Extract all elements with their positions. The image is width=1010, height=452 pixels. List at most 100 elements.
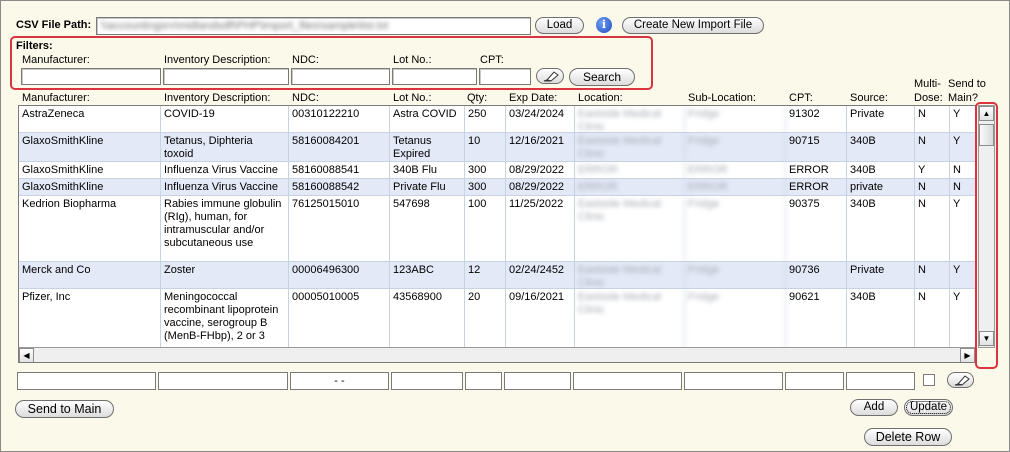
create-new-import-file-button[interactable]: Create New Import File bbox=[622, 17, 764, 34]
cell-manufacturer: AstraZeneca bbox=[19, 106, 161, 132]
info-icon[interactable]: i bbox=[596, 17, 612, 33]
csv-file-path-label: CSV File Path: bbox=[16, 19, 92, 31]
delete-row-button[interactable]: Delete Row bbox=[864, 428, 952, 446]
cell-description: Influenza Virus Vaccine bbox=[161, 162, 289, 178]
cell-location: Eastside Medical Clinic bbox=[575, 133, 685, 161]
cell-sublocation: Fridge bbox=[685, 106, 786, 132]
edit-exp-input[interactable] bbox=[504, 372, 571, 390]
filter-manufacturer-input[interactable] bbox=[21, 68, 161, 85]
edit-manufacturer-input[interactable] bbox=[17, 372, 156, 390]
edit-lot-input[interactable] bbox=[391, 372, 463, 390]
col-ndc-header: NDC: bbox=[292, 92, 319, 104]
table-row[interactable]: Merck and Co Zoster 00006496300 123ABC 1… bbox=[19, 262, 975, 289]
table-row[interactable]: GlaxoSmithKline Influenza Virus Vaccine … bbox=[19, 179, 975, 196]
cell-source: 340B bbox=[847, 196, 915, 261]
cell-exp: 02/24/2452 bbox=[506, 262, 575, 288]
cell-manufacturer: GlaxoSmithKline bbox=[19, 179, 161, 195]
cell-sendmain: Y bbox=[953, 291, 961, 303]
update-button[interactable]: Update bbox=[904, 399, 953, 416]
cell-description: Rabies immune globulin (RIg), human, for… bbox=[161, 196, 289, 261]
cell-cpt: 90715 bbox=[786, 133, 847, 161]
cell-sublocation: ERROR bbox=[685, 179, 786, 195]
edit-source-input[interactable] bbox=[846, 372, 915, 390]
filter-description-label: Inventory Description: bbox=[164, 54, 271, 66]
col-exp-header: Exp Date: bbox=[509, 92, 558, 104]
col-multidose-header-line2: Dose: bbox=[914, 92, 943, 104]
filter-lot-input[interactable] bbox=[392, 68, 477, 85]
edit-clear-eraser-button[interactable] bbox=[947, 372, 974, 388]
cell-cpt: 90621 bbox=[786, 289, 847, 348]
add-button[interactable]: Add bbox=[850, 399, 898, 416]
cell-description: Tetanus, Diphteria toxoid bbox=[161, 133, 289, 161]
col-location-header: Location: bbox=[578, 92, 623, 104]
cell-sublocation: Fridge bbox=[685, 289, 786, 348]
eraser-icon bbox=[543, 71, 559, 82]
cell-cpt: ERROR bbox=[786, 179, 847, 195]
search-button[interactable]: Search bbox=[569, 68, 635, 86]
edit-qty-input[interactable] bbox=[465, 372, 502, 390]
scrollbar-highlight-box bbox=[975, 102, 998, 369]
cell-source: 340B bbox=[847, 162, 915, 178]
col-multidose-header-line1: Multi- bbox=[914, 78, 941, 90]
cell-description: Zoster bbox=[161, 262, 289, 288]
load-button[interactable]: Load bbox=[535, 17, 584, 34]
cell-lot: 123ABC bbox=[390, 262, 465, 288]
cell-manufacturer: Pfizer, Inc bbox=[19, 289, 161, 348]
edit-multidose-checkbox[interactable] bbox=[923, 374, 935, 386]
col-sendmain-header-line1: Send to bbox=[948, 78, 986, 90]
table-row[interactable]: Kedrion Biopharma Rabies immune globulin… bbox=[19, 196, 975, 262]
cell-description: COVID-19 bbox=[161, 106, 289, 132]
cell-cpt: 91302 bbox=[786, 106, 847, 132]
cell-source: Private bbox=[847, 106, 915, 132]
table-row[interactable]: AstraZeneca COVID-19 00310122210 Astra C… bbox=[19, 106, 975, 133]
cell-source: 340B bbox=[847, 133, 915, 161]
table-row[interactable]: GlaxoSmithKline Influenza Virus Vaccine … bbox=[19, 162, 975, 179]
cell-sendmain: Y bbox=[953, 198, 961, 210]
cell-cpt: 90375 bbox=[786, 196, 847, 261]
cell-multidose: N bbox=[915, 196, 950, 261]
horizontal-scrollbar[interactable]: ◀ ▶ bbox=[19, 347, 975, 362]
edit-description-input[interactable] bbox=[158, 372, 288, 390]
edit-location-input[interactable] bbox=[573, 372, 682, 390]
cell-manufacturer: Merck and Co bbox=[19, 262, 161, 288]
cell-sublocation: Fridge bbox=[685, 196, 786, 261]
col-source-header: Source: bbox=[850, 92, 888, 104]
cell-ndc: 58160084201 bbox=[289, 133, 390, 161]
cell-multidose: N bbox=[915, 133, 950, 161]
table-row[interactable]: GlaxoSmithKline Tetanus, Diphteria toxoi… bbox=[19, 133, 975, 162]
cell-qty: 12 bbox=[465, 262, 506, 288]
csv-file-path-input[interactable]: \\accountingsrv\midlandsdfl\PHP\import_f… bbox=[96, 17, 531, 35]
cell-ndc: 58160088541 bbox=[289, 162, 390, 178]
filter-ndc-label: NDC: bbox=[292, 54, 319, 66]
filter-cpt-input[interactable] bbox=[479, 68, 531, 85]
cell-sendmain: N bbox=[953, 164, 961, 176]
cell-lot: 547698 bbox=[390, 196, 465, 261]
cell-exp: 08/29/2022 bbox=[506, 162, 575, 178]
filters-title: Filters: bbox=[16, 40, 53, 52]
filter-description-input[interactable] bbox=[163, 68, 289, 85]
cell-lot: 340B Flu bbox=[390, 162, 465, 178]
cell-exp: 11/25/2022 bbox=[506, 196, 575, 261]
cell-manufacturer: GlaxoSmithKline bbox=[19, 133, 161, 161]
cell-ndc: 58160088542 bbox=[289, 179, 390, 195]
cell-location: Eastside Medical Clinic bbox=[575, 196, 685, 261]
import-window: CSV File Path: \\accountingsrv\midlandsd… bbox=[0, 0, 1010, 452]
edit-sublocation-input[interactable] bbox=[684, 372, 783, 390]
filter-clear-eraser-button[interactable] bbox=[536, 68, 564, 84]
cell-source: Private bbox=[847, 262, 915, 288]
table-row[interactable]: Pfizer, Inc Meningococcal recombinant li… bbox=[19, 289, 975, 349]
cell-description: Influenza Virus Vaccine bbox=[161, 179, 289, 195]
eraser-icon bbox=[954, 375, 970, 386]
cell-location: Eastside Medical Clinic bbox=[575, 262, 685, 288]
edit-ndc-input[interactable]: - - bbox=[290, 372, 389, 390]
csv-file-path-value: \\accountingsrv\midlandsdfl\PHP\import_f… bbox=[101, 20, 389, 32]
send-to-main-button[interactable]: Send to Main bbox=[15, 400, 114, 418]
edit-cpt-input[interactable] bbox=[785, 372, 844, 390]
cell-qty: 100 bbox=[465, 196, 506, 261]
cell-multidose: N bbox=[915, 106, 950, 132]
scroll-left-arrow-icon[interactable]: ◀ bbox=[19, 348, 34, 362]
filter-ndc-input[interactable] bbox=[291, 68, 390, 85]
cell-sendmain: N bbox=[953, 181, 961, 193]
cell-ndc: 00310122210 bbox=[289, 106, 390, 132]
scroll-right-arrow-icon[interactable]: ▶ bbox=[960, 348, 975, 362]
